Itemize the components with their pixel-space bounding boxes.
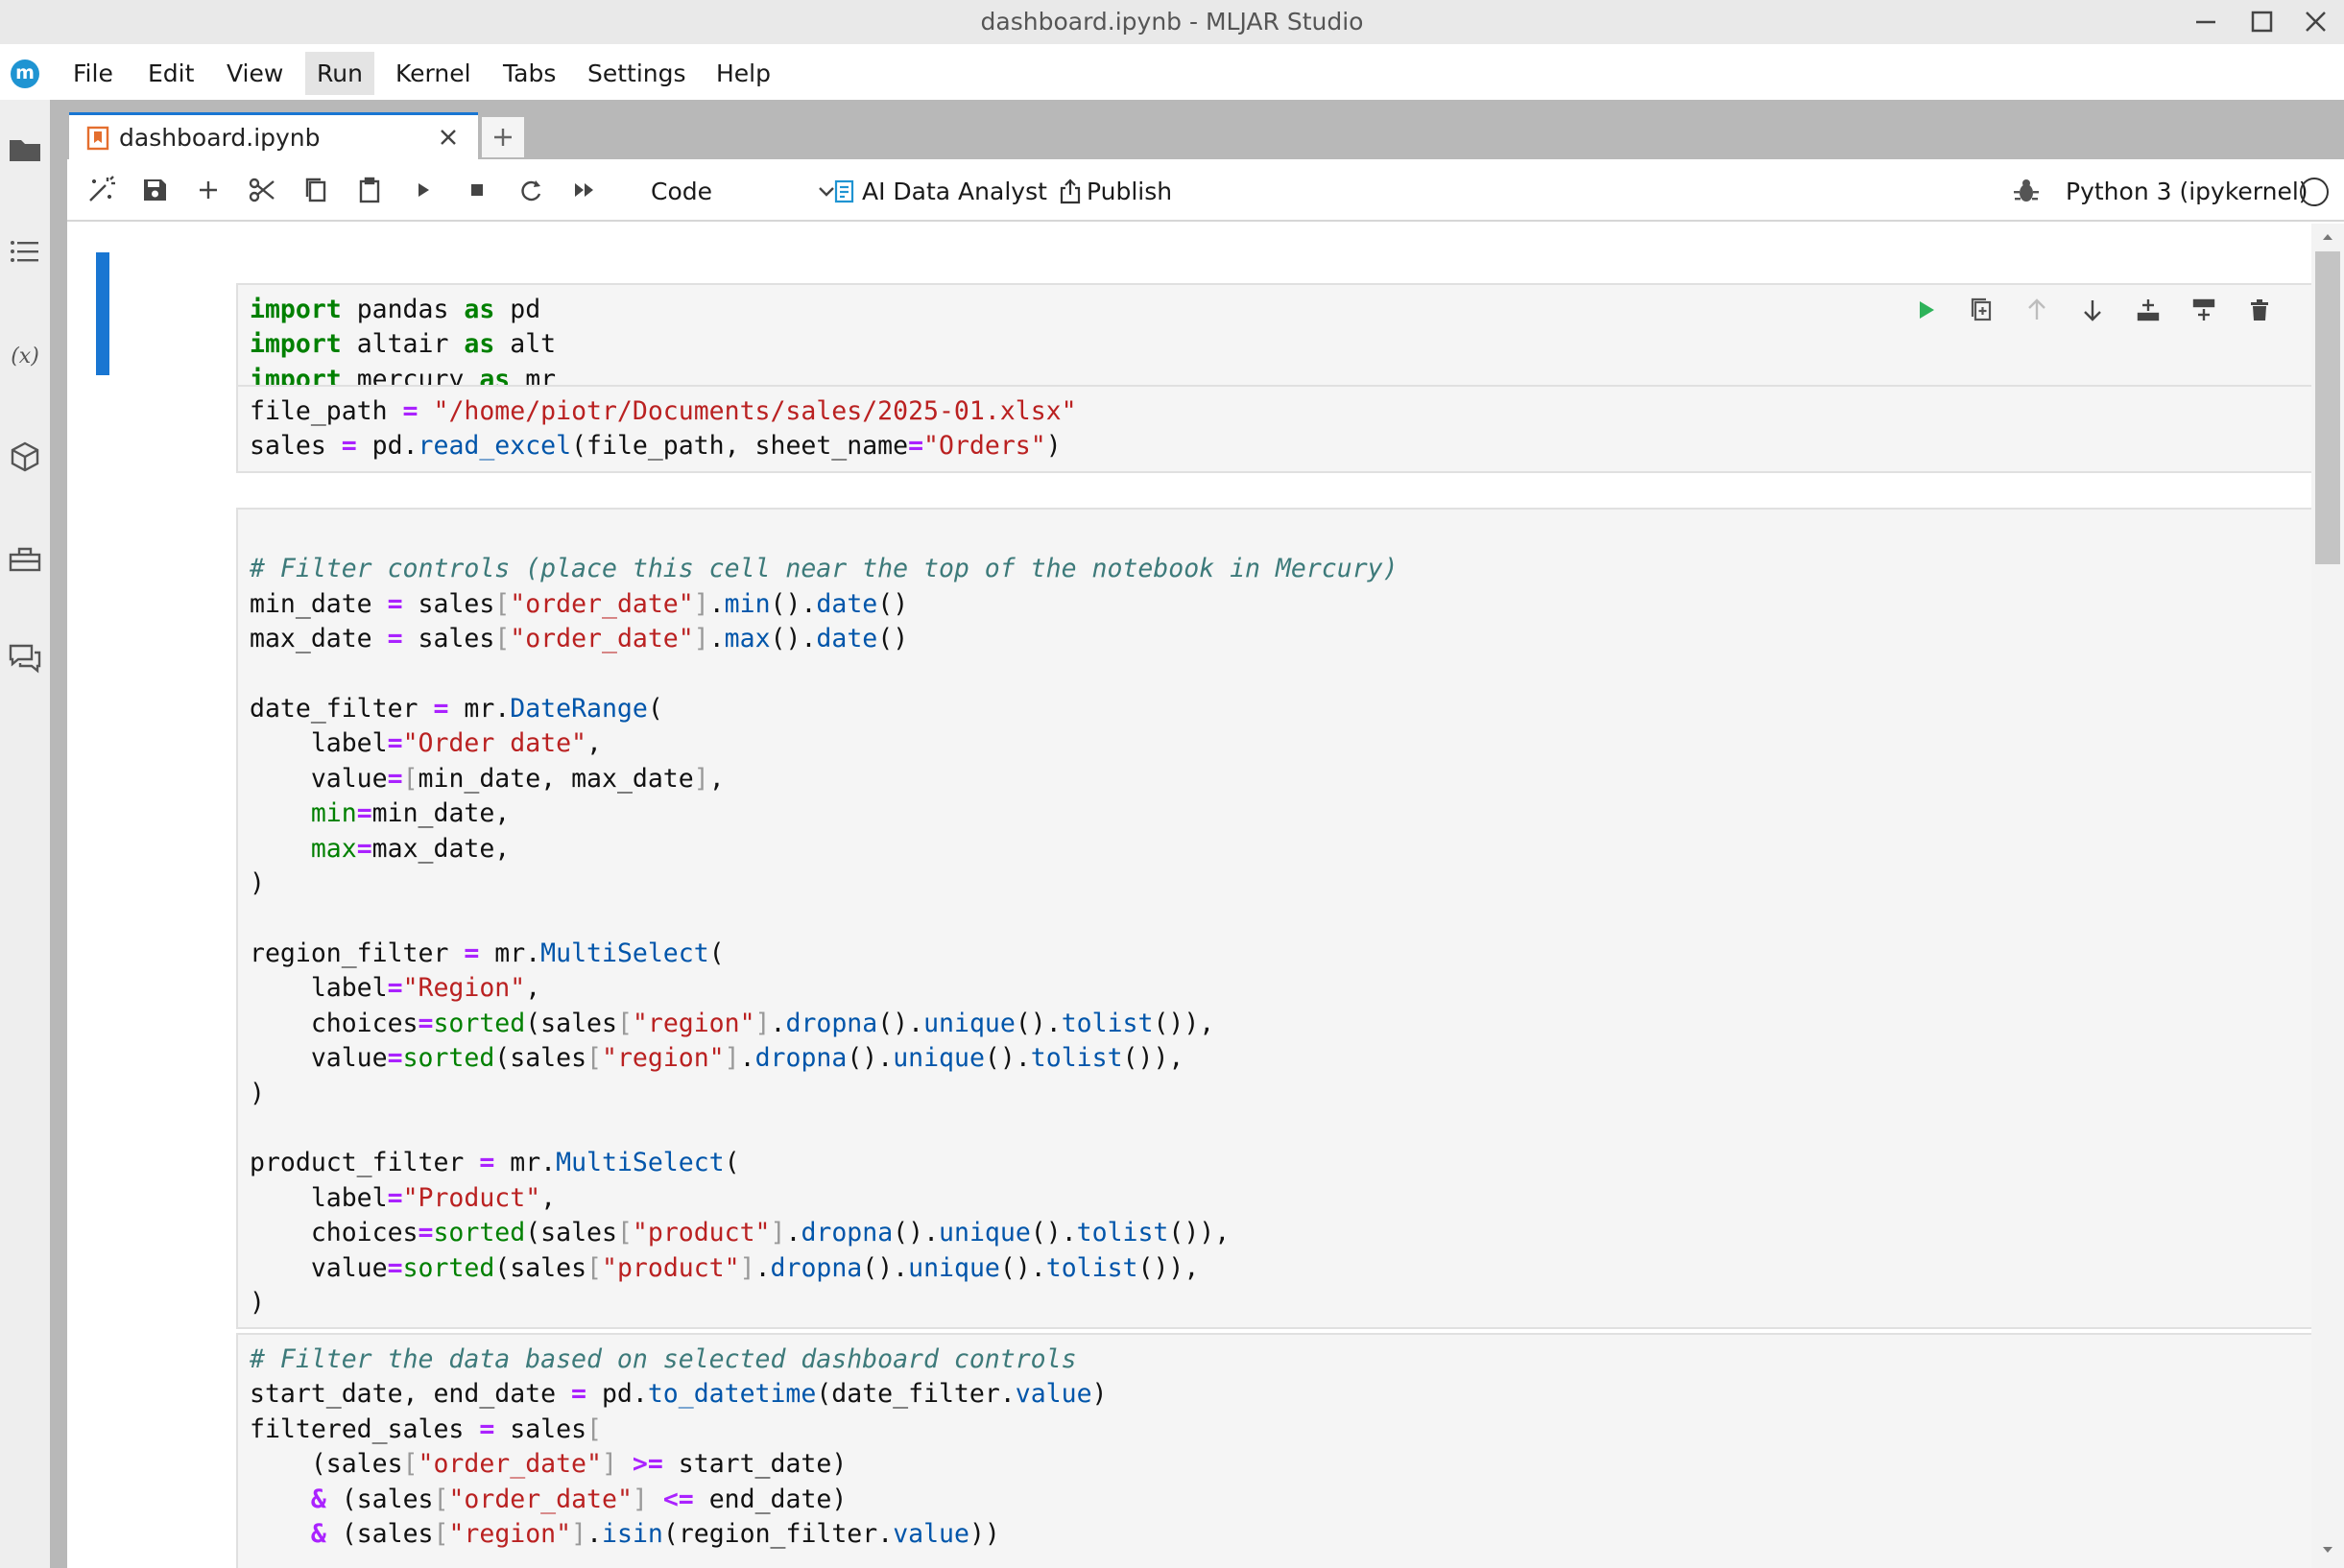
delete-cell-button[interactable] xyxy=(2242,293,2277,327)
tab-label: dashboard.ipynb xyxy=(119,124,321,152)
title-bar: dashboard.ipynb - MLJAR Studio xyxy=(0,0,2344,44)
file-browser-icon[interactable] xyxy=(4,129,46,171)
cell-editor[interactable]: # Filter the data based on selected dash… xyxy=(236,1333,2313,1568)
chat-icon[interactable] xyxy=(4,637,46,679)
save-icon xyxy=(144,179,166,201)
maximize-button[interactable] xyxy=(2244,6,2279,38)
menu-view[interactable]: View xyxy=(223,59,287,87)
copy-button[interactable] xyxy=(298,172,334,208)
trash-icon xyxy=(2251,299,2268,321)
menu-help[interactable]: Help xyxy=(712,59,775,87)
scissors-icon xyxy=(249,178,275,202)
insert-below-button[interactable] xyxy=(2187,293,2221,327)
publish-label: Publish xyxy=(1087,178,1173,205)
scrollbar-thumb[interactable] xyxy=(2315,251,2340,564)
menu-tabs[interactable]: Tabs xyxy=(499,59,560,87)
sidebar-divider xyxy=(50,100,67,1568)
kernel-name[interactable]: Python 3 (ipykernel) xyxy=(2066,178,2308,205)
arrow-up-icon xyxy=(2028,298,2045,320)
menu-file[interactable]: File xyxy=(69,59,117,87)
notebook-panel: [ ]: import pandas as pd import altair a… xyxy=(67,224,2313,1568)
minimize-button[interactable] xyxy=(2189,6,2223,38)
clipboard-icon xyxy=(359,177,380,203)
scroll-up-icon[interactable] xyxy=(2319,228,2336,246)
insert-cell-button[interactable] xyxy=(190,172,227,208)
svg-text:(x): (x) xyxy=(11,344,39,368)
refresh-icon xyxy=(521,180,541,202)
run-all-button[interactable] xyxy=(566,172,603,208)
ai-data-analyst-label: AI Data Analyst xyxy=(862,178,1047,205)
cell-code: # Filter the data based on selected dash… xyxy=(250,1344,1108,1550)
arrow-down-icon xyxy=(2084,300,2101,321)
extensions-icon[interactable] xyxy=(4,436,46,478)
table-of-contents-icon[interactable] xyxy=(4,230,46,273)
code-cell[interactable]: [ ]: import pandas as pd import altair a… xyxy=(67,252,2313,408)
insert-above-button[interactable] xyxy=(2131,293,2165,327)
insert-above-icon xyxy=(2137,299,2160,321)
ai-data-analyst-button[interactable]: AI Data Analyst xyxy=(833,172,1047,210)
run-button[interactable] xyxy=(405,172,442,208)
cut-button[interactable] xyxy=(244,172,280,208)
menu-kernel[interactable]: Kernel xyxy=(392,59,475,87)
magic-wand-button[interactable] xyxy=(83,172,119,208)
cell-type-select[interactable]: Code xyxy=(651,172,839,210)
cell-type-value: Code xyxy=(651,178,713,205)
scroll-down-icon[interactable] xyxy=(2319,1541,2336,1558)
close-tab-icon[interactable] xyxy=(434,123,463,152)
kernel-status-indicator xyxy=(2300,178,2329,206)
restart-button[interactable] xyxy=(513,172,549,208)
stop-icon xyxy=(471,184,483,196)
cell-editor[interactable]: # Filter controls (place this cell near … xyxy=(236,508,2313,1329)
close-window-button[interactable] xyxy=(2298,6,2332,38)
notebook-file-icon xyxy=(86,126,109,151)
menu-bar: File Edit View Run Kernel Tabs Settings … xyxy=(0,44,2344,100)
play-icon xyxy=(1920,301,1934,319)
cell-editor[interactable]: file_path = "/home/piotr/Documents/sales… xyxy=(236,385,2313,473)
magic-wand-icon xyxy=(89,176,115,202)
move-down-button[interactable] xyxy=(2075,293,2110,327)
tab-dashboard[interactable]: dashboard.ipynb xyxy=(69,112,478,160)
copy-icon xyxy=(305,178,326,202)
interrupt-button[interactable] xyxy=(459,172,495,208)
paste-button[interactable] xyxy=(351,172,388,208)
debugger-icon[interactable] xyxy=(2010,174,2043,206)
active-cell-marker xyxy=(96,252,109,375)
plus-icon xyxy=(494,129,512,146)
app-logo: m xyxy=(11,59,39,88)
save-button[interactable] xyxy=(136,172,173,208)
duplicate-cell-button[interactable] xyxy=(1964,293,1998,327)
cell-code: file_path = "/home/piotr/Documents/sales… xyxy=(250,396,1077,462)
variable-inspector-icon[interactable]: (x) xyxy=(4,334,46,376)
fast-forward-icon xyxy=(575,183,593,197)
window-title: dashboard.ipynb - MLJAR Studio xyxy=(980,8,1364,36)
duplicate-icon xyxy=(1971,297,1992,321)
cell-code: # Filter controls (place this cell near … xyxy=(250,554,1399,1318)
menu-edit[interactable]: Edit xyxy=(144,59,198,87)
plus-icon xyxy=(200,181,217,199)
ai-assistant-icon xyxy=(834,179,854,203)
publish-button[interactable]: Publish xyxy=(1058,172,1172,210)
menu-run[interactable]: Run xyxy=(305,52,374,95)
left-sidebar: (x) xyxy=(0,100,50,1568)
move-up-button[interactable] xyxy=(2020,293,2054,327)
toolbox-icon[interactable] xyxy=(4,537,46,580)
play-icon xyxy=(419,183,429,197)
share-icon xyxy=(1060,178,1081,204)
menu-settings[interactable]: Settings xyxy=(584,59,690,87)
run-cell-button[interactable] xyxy=(1908,293,1943,327)
new-tab-button[interactable] xyxy=(482,117,524,157)
insert-below-icon xyxy=(2192,298,2215,321)
cell-actions-toolbar xyxy=(1908,293,2292,331)
notebook-toolbar: Code AI Data Analyst Publish Python 3 (i… xyxy=(67,160,2344,222)
